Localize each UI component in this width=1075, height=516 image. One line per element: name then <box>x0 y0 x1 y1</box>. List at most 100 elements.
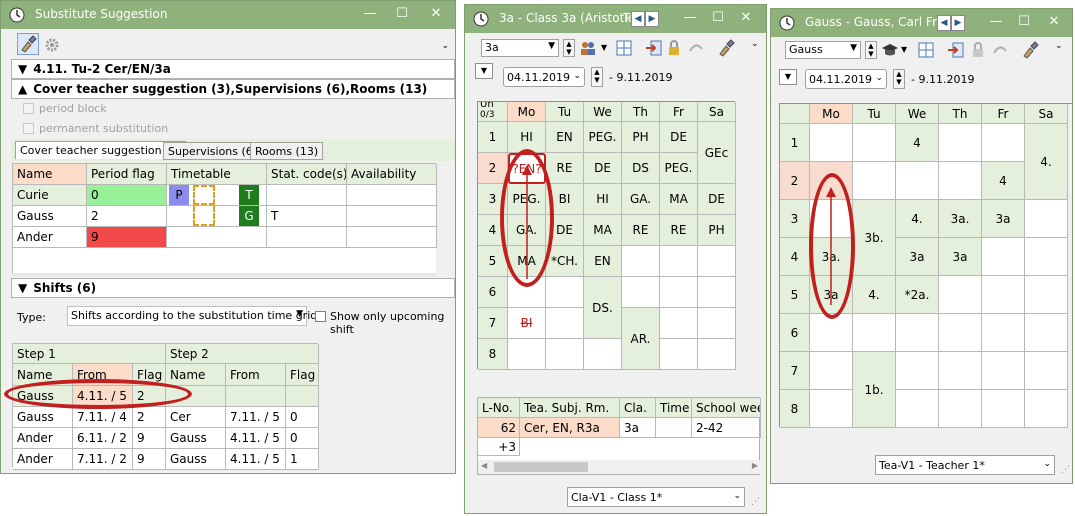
graduation-cap-icon[interactable] <box>881 41 899 59</box>
lesson-cell-th-6[interactable] <box>939 314 982 352</box>
lesson-cell-fr-2[interactable]: PEG. <box>660 153 698 184</box>
lesson-cell-fr-3[interactable]: MA <box>660 184 698 215</box>
lesson-cell-mo-8[interactable] <box>508 339 546 370</box>
day-header-th[interactable]: Th <box>939 104 982 124</box>
cap-dropdown-chevron-icon[interactable]: ▼ <box>901 45 907 54</box>
cover-name-gauss[interactable]: Gauss <box>13 206 87 227</box>
period-header-6[interactable]: 6 <box>780 314 810 352</box>
lesson-cell-th-6[interactable] <box>622 277 660 308</box>
date-from-select[interactable]: 04.11.2019 ⌄ <box>805 69 887 89</box>
class-select[interactable]: 3a ▼ <box>481 39 559 57</box>
lesson-cell-tu-2[interactable]: RE <box>546 153 584 184</box>
lesson-cell-sa-1[interactable]: GEc <box>698 122 736 184</box>
lesson-cell-sa-7[interactable] <box>1025 352 1068 390</box>
day-header-mo[interactable]: Mo <box>508 102 546 122</box>
lesson-cell-th-2[interactable]: DS <box>622 153 660 184</box>
lesson-cell-mo-6[interactable] <box>810 314 853 352</box>
tab-supervisions[interactable]: Supervisions (6) <box>163 142 263 160</box>
lesson-cell-fr-4[interactable] <box>982 238 1025 276</box>
shift-col-flag-2[interactable]: Flag <box>286 364 319 386</box>
lesson-cell-fr-5[interactable] <box>660 246 698 277</box>
day-header-fr[interactable]: Fr <box>982 104 1025 124</box>
lesson-cell-we-6[interactable]: DS. <box>584 277 622 339</box>
day-header-tu[interactable]: Tu <box>546 102 584 122</box>
lesson-cell-fr-7[interactable] <box>660 308 698 339</box>
shift-cell-name1[interactable]: Ander <box>13 428 73 449</box>
close-button[interactable]: ✕ <box>425 5 447 23</box>
lesson-cell-mo-7[interactable] <box>810 352 853 390</box>
period-header-4[interactable]: 4 <box>780 238 810 276</box>
shift-cell-from2[interactable] <box>226 386 286 407</box>
lesson-cell-tu-8[interactable] <box>546 339 584 370</box>
period-header-7[interactable]: 7 <box>780 352 810 390</box>
lesson-cell-we-3[interactable]: HI <box>584 184 622 215</box>
lesson-list-scrollbar[interactable]: ◀ ▶ <box>478 460 761 474</box>
lesson-col-school-weeks[interactable]: School wee <box>692 398 761 418</box>
lesson-cell-th-4[interactable]: 3a <box>939 238 982 276</box>
teacher-spinner[interactable]: ▲ ▼ <box>865 41 877 59</box>
view-options-button[interactable]: ▼ <box>779 69 797 85</box>
lesson-cell-tu-5[interactable]: *CH. <box>546 246 584 277</box>
next-element-button[interactable]: ▶ <box>645 11 659 27</box>
lesson-cell-th-5[interactable] <box>939 276 982 314</box>
lesson-cell-we-2[interactable]: DE <box>584 153 622 184</box>
lesson-cell-sa-1[interactable]: 4. <box>1025 124 1068 200</box>
lesson-cell-we-2[interactable] <box>896 162 939 200</box>
minimize-button[interactable]: — <box>679 9 701 27</box>
shift-col-from-2[interactable]: From <box>226 364 286 386</box>
lesson-time[interactable] <box>656 418 692 438</box>
toolbar-chevron-icon[interactable]: ⌄ <box>1055 41 1063 51</box>
swap-icon[interactable] <box>687 39 705 57</box>
lesson-cell-th-8[interactable] <box>939 390 982 428</box>
date-spinner[interactable]: ▲ ▼ <box>893 69 905 89</box>
shift-col-name-2[interactable]: Name <box>166 364 226 386</box>
edit-brush-button[interactable] <box>17 33 39 55</box>
shift-cell-name1[interactable]: Ander <box>13 449 73 470</box>
lesson-cell-we-8[interactable] <box>584 339 622 370</box>
dropdown-chevron-icon[interactable]: ⌄ <box>441 41 449 51</box>
lesson-col-lno[interactable]: L-No. <box>478 398 520 418</box>
lesson-cell-we-6[interactable] <box>896 314 939 352</box>
col-header-name[interactable]: Name <box>13 164 87 185</box>
lesson-expand-chevron-icon[interactable]: ▼ <box>18 62 27 76</box>
lesson-cell-sa-8[interactable] <box>698 339 736 370</box>
lesson-cell-th-3[interactable]: 3a. <box>939 200 982 238</box>
day-header-we[interactable]: We <box>896 104 939 124</box>
lesson-cell-fr-8[interactable] <box>660 339 698 370</box>
lesson-cell-sa-6[interactable] <box>698 277 736 308</box>
maximize-button[interactable]: ☐ <box>391 5 413 23</box>
prev-element-button[interactable]: ◀ <box>937 15 951 31</box>
shift-cell-flag2[interactable]: 1 <box>286 449 319 470</box>
export-icon[interactable] <box>947 41 965 59</box>
shift-cell-from2[interactable]: 4.11. / 5 <box>226 449 286 470</box>
class-spinner[interactable]: ▲ ▼ <box>563 39 575 57</box>
lesson-col-class[interactable]: Cla. <box>620 398 656 418</box>
lesson-cell-sa-4[interactable]: PH <box>698 215 736 246</box>
lock-icon[interactable] <box>665 39 683 57</box>
col-header-timetable[interactable]: Timetable <box>167 164 267 185</box>
cover-expand-chevron-icon[interactable]: ▲ <box>18 82 27 96</box>
lesson-cell-tu-5[interactable]: 4. <box>853 276 896 314</box>
day-header-th[interactable]: Th <box>622 102 660 122</box>
lesson-cell-tu-2[interactable] <box>853 162 896 200</box>
format-select[interactable]: Cla-V1 - Class 1* ⌄ <box>567 487 745 507</box>
resize-grip-icon[interactable]: ⋰ <box>751 497 760 507</box>
shift-cell-from2[interactable]: 7.11. / 5 <box>226 407 286 428</box>
period-header-7[interactable]: 7 <box>478 308 508 339</box>
view-options-button[interactable]: ▼ <box>475 63 493 79</box>
col-header-stat-codes[interactable]: Stat. code(s) <box>267 164 347 185</box>
lesson-cell-fr-5[interactable] <box>982 276 1025 314</box>
lesson-cell-sa-6[interactable] <box>1025 314 1068 352</box>
class-people-icon[interactable] <box>579 39 597 57</box>
lesson-cell-tu-1[interactable] <box>853 124 896 162</box>
lesson-cell-mo-1[interactable] <box>810 124 853 162</box>
resize-grip-icon[interactable]: ⋰ <box>1061 465 1070 475</box>
period-header-6[interactable]: 6 <box>478 277 508 308</box>
lesson-cell-fr-2[interactable]: 4 <box>982 162 1025 200</box>
grid-icon[interactable] <box>917 41 935 59</box>
lesson-cell-fr-1[interactable] <box>982 124 1025 162</box>
settings-gear-icon[interactable] <box>44 37 60 53</box>
shift-cell-from1[interactable]: 6.11. / 2 <box>73 428 133 449</box>
shifts-expand-chevron-icon[interactable]: ▼ <box>18 281 27 295</box>
grid-icon[interactable] <box>615 39 633 57</box>
